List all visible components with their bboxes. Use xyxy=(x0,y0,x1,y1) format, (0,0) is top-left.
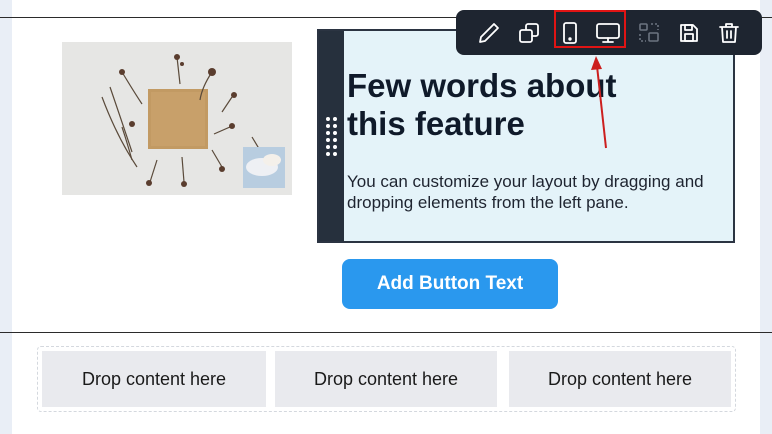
save-button[interactable] xyxy=(673,17,705,49)
text-block[interactable]: Few words about this feature You can cus… xyxy=(317,29,735,243)
mobile-icon xyxy=(563,22,577,44)
drop-zone-2[interactable]: Drop content here xyxy=(275,351,497,407)
add-button[interactable]: Add Button Text xyxy=(342,259,558,309)
select-parent-icon xyxy=(639,23,659,42)
drag-handle[interactable] xyxy=(319,31,344,241)
element-toolbar xyxy=(456,10,762,55)
feature-title[interactable]: Few words about this feature xyxy=(347,67,657,143)
section-divider-bottom xyxy=(0,332,772,333)
monitor-icon xyxy=(596,23,620,43)
hero-image[interactable] xyxy=(62,42,292,195)
drop-zone-1[interactable]: Drop content here xyxy=(42,351,266,407)
edit-button[interactable] xyxy=(473,17,505,49)
delete-button[interactable] xyxy=(713,17,745,49)
drop-zone-3[interactable]: Drop content here xyxy=(509,351,731,407)
pencil-icon xyxy=(479,23,499,43)
duplicate-button[interactable] xyxy=(513,17,545,49)
select-parent-button[interactable] xyxy=(633,17,665,49)
feature-description[interactable]: You can customize your layout by draggin… xyxy=(347,171,707,213)
copy-icon xyxy=(519,23,539,43)
desktop-view-button[interactable] xyxy=(592,17,624,49)
mobile-view-button[interactable] xyxy=(554,17,586,49)
trash-icon xyxy=(719,23,739,43)
drag-handle-icon xyxy=(326,116,337,156)
save-icon xyxy=(680,24,698,42)
